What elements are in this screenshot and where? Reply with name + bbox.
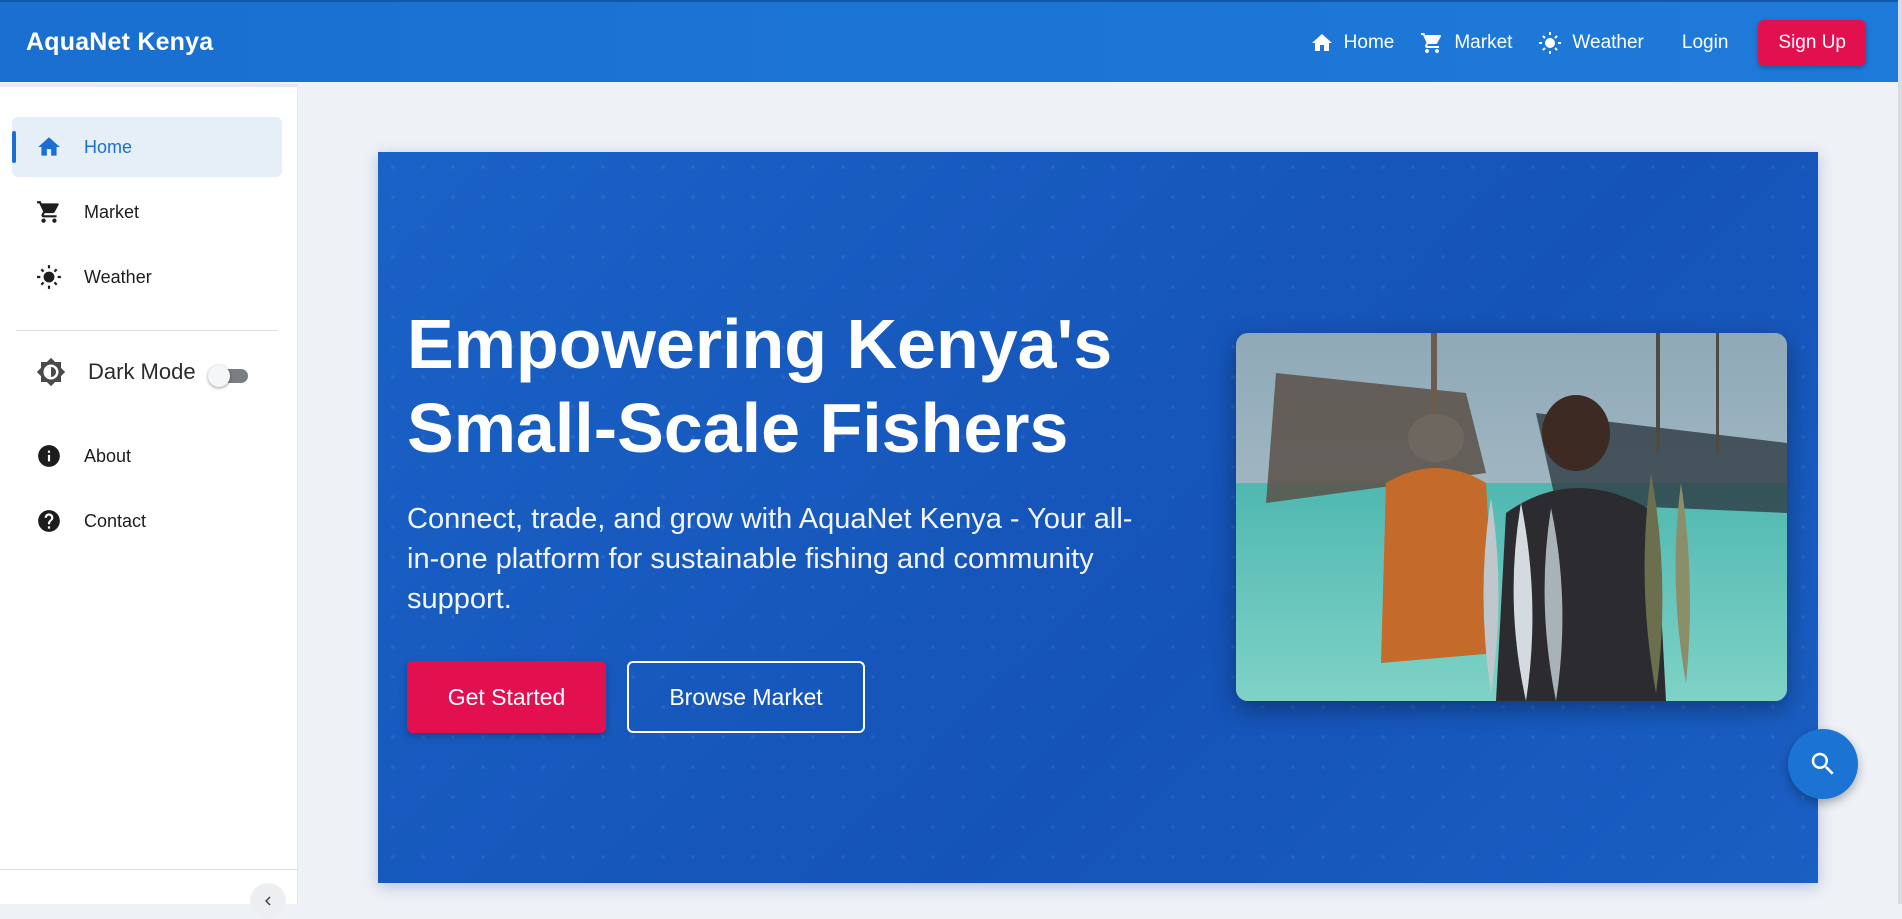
dark-mode-row: Dark Mode [36, 357, 196, 387]
hero-subtitle: Connect, trade, and grow with AquaNet Ke… [407, 503, 1133, 615]
sidebar-item-label: Contact [84, 510, 147, 531]
topnav-home-link[interactable]: Home [1310, 31, 1395, 55]
sidebar-item-market[interactable]: Market [12, 182, 282, 242]
sidebar-item-about[interactable]: About [12, 426, 282, 486]
sidebar-item-label: Market [84, 201, 140, 222]
cart-icon [1421, 33, 1442, 53]
active-indicator [12, 131, 16, 163]
topnav-weather-link[interactable]: Weather [1538, 31, 1644, 55]
fishermen-photo [1236, 333, 1787, 701]
sidebar-item-home[interactable]: Home [12, 117, 282, 177]
hero-title: Empowering Kenya's Small-Scale Fishers [407, 302, 1167, 470]
hero-title-line-2: Small-Scale Fishers [407, 389, 1069, 467]
info-icon [38, 445, 60, 467]
hero-image [1236, 333, 1787, 701]
brightness-icon [36, 357, 66, 387]
browse-market-button[interactable]: Browse Market [627, 661, 865, 733]
topnav-home-label: Home [1343, 32, 1395, 53]
search-fab-button[interactable] [1788, 729, 1858, 799]
home-icon [38, 137, 60, 156]
help-icon [38, 510, 60, 532]
collapse-sidebar-button[interactable] [250, 883, 286, 919]
sidebar: Home Market Weather Dark Mode About Cont… [0, 84, 298, 919]
sidebar-item-label: Weather [84, 266, 152, 287]
top-app-bar: AquaNet Kenya Home Market Weather Login … [0, 0, 1898, 82]
topnav-weather-label: Weather [1572, 32, 1644, 53]
cart-icon [37, 201, 59, 223]
sidebar-item-label: About [84, 445, 132, 466]
sidebar-item-contact[interactable]: Contact [12, 491, 282, 551]
sidebar-footer-divider [0, 869, 298, 870]
home-icon [1311, 34, 1332, 51]
page-scrollbar[interactable] [1898, 0, 1902, 904]
dark-mode-toggle[interactable] [208, 365, 248, 387]
signup-button[interactable]: Sign Up [1758, 20, 1866, 66]
hero-title-line-1: Empowering Kenya's [407, 305, 1113, 383]
sidebar-item-weather[interactable]: Weather [12, 247, 282, 307]
sun-icon [1539, 32, 1562, 54]
hero-section: Empowering Kenya's Small-Scale Fishers C… [378, 152, 1818, 883]
topnav-market-label: Market [1454, 32, 1513, 53]
search-icon [1811, 752, 1834, 775]
brand-title[interactable]: AquaNet Kenya [26, 28, 213, 57]
sun-icon [37, 265, 61, 289]
chevron-left-icon [265, 896, 271, 906]
sidebar-divider [16, 330, 278, 331]
sidebar-item-label: Home [84, 136, 133, 157]
login-button[interactable]: Login [1682, 32, 1729, 54]
get-started-button[interactable]: Get Started [407, 661, 606, 733]
top-navigation: Home Market Weather Login Sign Up [1284, 20, 1866, 66]
toggle-knob [208, 365, 230, 387]
dark-mode-label: Dark Mode [88, 359, 196, 384]
topnav-market-link[interactable]: Market [1420, 31, 1512, 55]
